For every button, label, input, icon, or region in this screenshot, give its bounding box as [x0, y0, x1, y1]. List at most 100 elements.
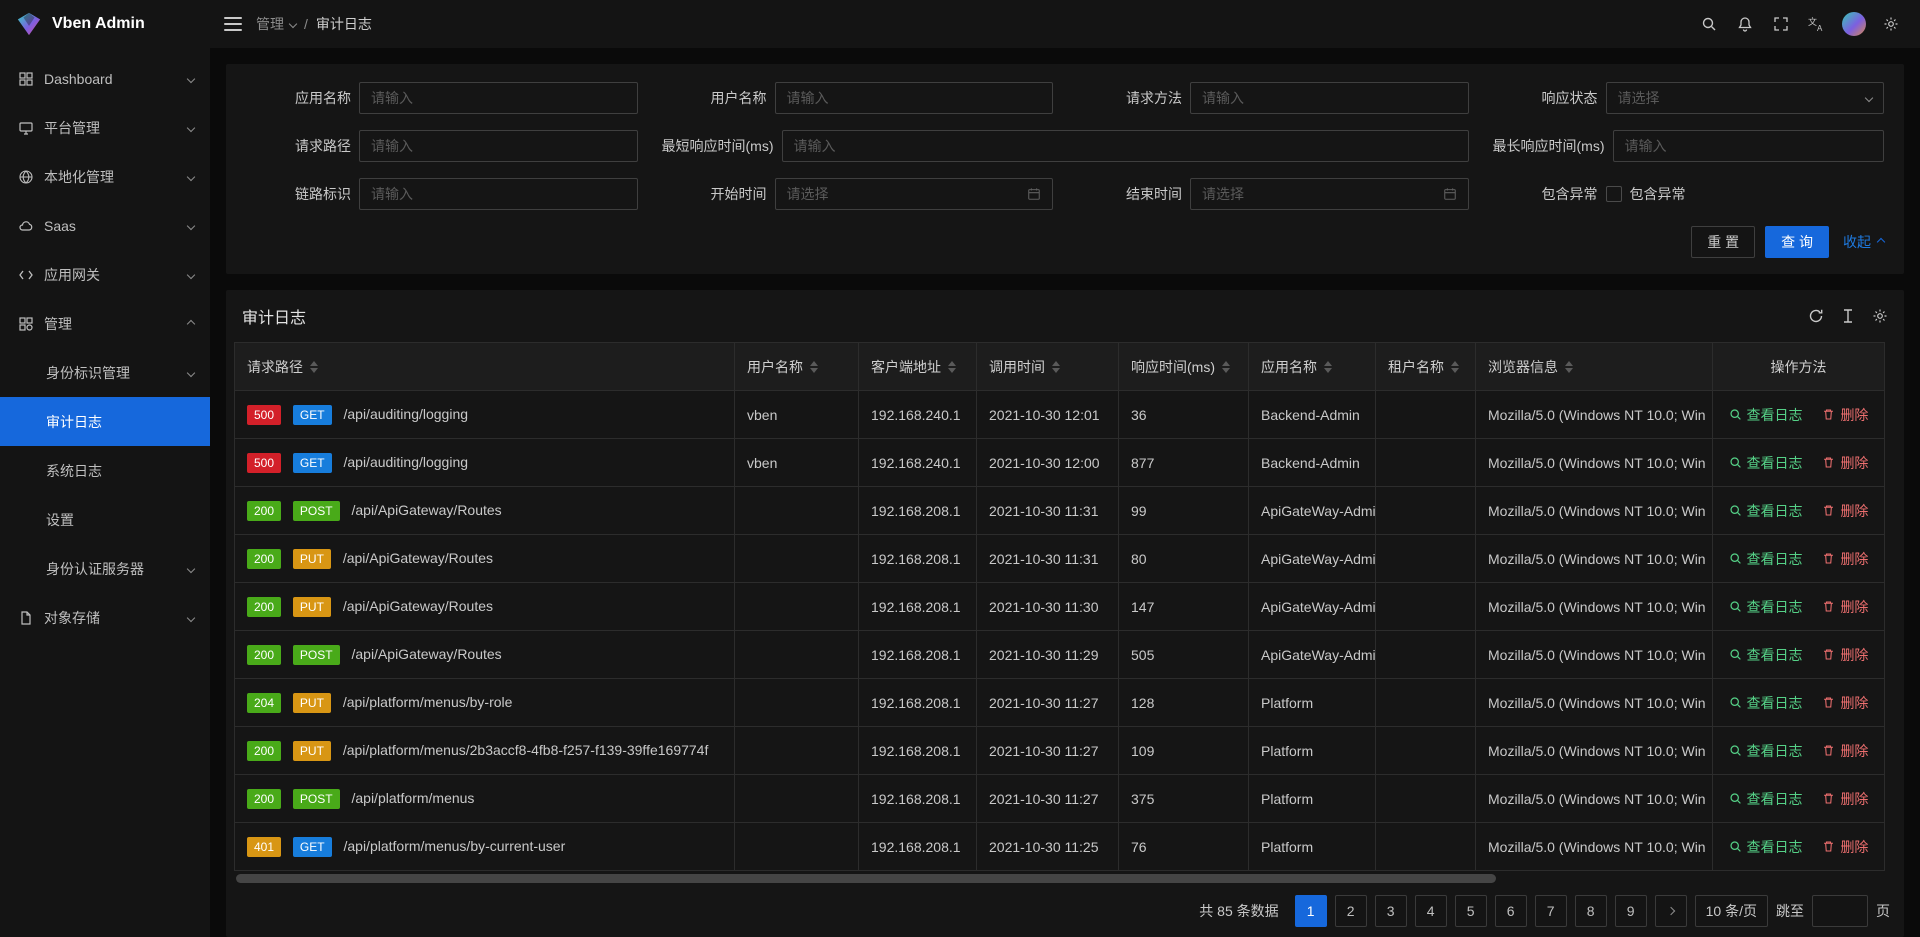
- has-exception-checkbox[interactable]: [1606, 186, 1622, 202]
- page-button[interactable]: 5: [1455, 895, 1487, 927]
- page-button[interactable]: 2: [1335, 895, 1367, 927]
- column-header-response-time[interactable]: 响应时间(ms): [1119, 343, 1249, 391]
- column-header-call-time[interactable]: 调用时间: [977, 343, 1119, 391]
- fullscreen-icon[interactable]: [1766, 8, 1796, 40]
- column-header-tenant-name[interactable]: 租户名称: [1376, 343, 1476, 391]
- menu-collapse-icon[interactable]: [224, 17, 242, 31]
- view-log-button[interactable]: 查看日志: [1729, 597, 1803, 617]
- delete-button[interactable]: 删除: [1822, 741, 1868, 761]
- sidebar-item-audit-log[interactable]: 审计日志: [0, 397, 210, 446]
- cell-tenant-name: [1376, 823, 1476, 871]
- sidebar-item-dashboard[interactable]: Dashboard: [0, 54, 210, 103]
- collapse-filter-button[interactable]: 收起: [1843, 232, 1884, 252]
- sidebar-item-settings[interactable]: 设置: [0, 495, 210, 544]
- end-time-picker[interactable]: 请选择: [1190, 178, 1469, 210]
- page-button[interactable]: 8: [1575, 895, 1607, 927]
- min-response-time-input[interactable]: [794, 131, 1457, 161]
- view-log-button[interactable]: 查看日志: [1729, 501, 1803, 521]
- sort-icon[interactable]: [810, 361, 818, 373]
- search-icon[interactable]: [1694, 8, 1724, 40]
- search-button[interactable]: 查 询: [1765, 226, 1829, 258]
- page-button[interactable]: 6: [1495, 895, 1527, 927]
- request-path-input[interactable]: [371, 131, 626, 161]
- page-button[interactable]: 9: [1615, 895, 1647, 927]
- sort-icon[interactable]: [1451, 361, 1459, 373]
- page-button[interactable]: 7: [1535, 895, 1567, 927]
- scrollbar-thumb[interactable]: [236, 874, 1496, 883]
- page-button[interactable]: 3: [1375, 895, 1407, 927]
- sidebar-item-gateway[interactable]: 应用网关: [0, 250, 210, 299]
- reset-button[interactable]: 重 置: [1691, 226, 1755, 258]
- view-log-button[interactable]: 查看日志: [1729, 549, 1803, 569]
- trace-id-input[interactable]: [371, 179, 626, 209]
- column-header-user-name[interactable]: 用户名称: [735, 343, 859, 391]
- user-avatar[interactable]: [1842, 12, 1866, 36]
- view-log-button[interactable]: 查看日志: [1729, 741, 1803, 761]
- date-placeholder: 请选择: [787, 184, 1020, 204]
- view-log-button[interactable]: 查看日志: [1729, 693, 1803, 713]
- horizontal-scrollbar[interactable]: [236, 874, 1894, 883]
- delete-button[interactable]: 删除: [1822, 501, 1868, 521]
- delete-label: 删除: [1840, 789, 1868, 809]
- app-logo[interactable]: Vben Admin: [0, 0, 210, 48]
- page-button[interactable]: 4: [1415, 895, 1447, 927]
- delete-button[interactable]: 删除: [1822, 789, 1868, 809]
- delete-button[interactable]: 删除: [1822, 549, 1868, 569]
- language-icon[interactable]: 文A: [1802, 8, 1832, 40]
- sort-icon[interactable]: [1052, 361, 1060, 373]
- sidebar-item-platform[interactable]: 平台管理: [0, 103, 210, 152]
- sidebar-item-system-log[interactable]: 系统日志: [0, 446, 210, 495]
- delete-button[interactable]: 删除: [1822, 645, 1868, 665]
- view-log-button[interactable]: 查看日志: [1729, 645, 1803, 665]
- column-settings-icon[interactable]: [1872, 308, 1888, 324]
- view-log-button[interactable]: 查看日志: [1729, 405, 1803, 425]
- settings-gear-icon[interactable]: [1876, 8, 1906, 40]
- view-log-button[interactable]: 查看日志: [1729, 837, 1803, 857]
- app-name-input[interactable]: [371, 83, 626, 113]
- start-time-picker[interactable]: 请选择: [775, 178, 1054, 210]
- max-response-time-input[interactable]: [1625, 131, 1873, 161]
- cell-actions: 查看日志 删除: [1713, 727, 1885, 775]
- column-header-client-address[interactable]: 客户端地址: [859, 343, 977, 391]
- delete-button[interactable]: 删除: [1822, 453, 1868, 473]
- cell-call-time: 2021-10-30 11:31: [977, 535, 1119, 583]
- sidebar-item-label: 系统日志: [46, 461, 194, 481]
- sort-icon[interactable]: [1565, 361, 1573, 373]
- view-log-button[interactable]: 查看日志: [1729, 789, 1803, 809]
- sidebar-item-label: 身份标识管理: [46, 363, 178, 383]
- delete-button[interactable]: 删除: [1822, 405, 1868, 425]
- sort-icon[interactable]: [1222, 361, 1230, 373]
- trash-icon: [1822, 456, 1835, 469]
- sidebar-item-identity-management[interactable]: 身份标识管理: [0, 348, 210, 397]
- delete-button[interactable]: 删除: [1822, 837, 1868, 857]
- chevron-down-icon: [187, 221, 195, 229]
- page-button[interactable]: 1: [1295, 895, 1327, 927]
- sort-icon[interactable]: [948, 361, 956, 373]
- page-size-value: 10 条/页: [1706, 901, 1757, 921]
- column-header-request-path[interactable]: 请求路径: [235, 343, 735, 391]
- delete-button[interactable]: 删除: [1822, 693, 1868, 713]
- page-size-select[interactable]: 10 条/页: [1695, 895, 1768, 927]
- next-page-button[interactable]: [1655, 895, 1687, 927]
- response-status-select[interactable]: 请选择: [1606, 82, 1885, 114]
- column-header-app-name[interactable]: 应用名称: [1249, 343, 1376, 391]
- sidebar-item-identity-server[interactable]: 身份认证服务器: [0, 544, 210, 593]
- column-height-icon[interactable]: [1840, 308, 1856, 324]
- breadcrumb-root[interactable]: 管理: [256, 14, 296, 34]
- sort-icon[interactable]: [1324, 361, 1332, 373]
- sidebar-item-localization[interactable]: 本地化管理: [0, 152, 210, 201]
- sidebar-item-object-storage[interactable]: 对象存储: [0, 593, 210, 642]
- sort-icon[interactable]: [310, 361, 318, 373]
- notification-bell-icon[interactable]: [1730, 8, 1760, 40]
- column-header-browser-info[interactable]: 浏览器信息: [1476, 343, 1713, 391]
- sidebar-item-manage[interactable]: 管理: [0, 299, 210, 348]
- http-method-input[interactable]: [1202, 83, 1457, 113]
- view-log-button[interactable]: 查看日志: [1729, 453, 1803, 473]
- refresh-icon[interactable]: [1808, 308, 1824, 324]
- cell-browser-info: Mozilla/5.0 (Windows NT 10.0; Win: [1476, 535, 1713, 583]
- cell-response-time: 505: [1119, 631, 1249, 679]
- sidebar-item-saas[interactable]: Saas: [0, 201, 210, 250]
- user-name-input[interactable]: [787, 83, 1042, 113]
- delete-button[interactable]: 删除: [1822, 597, 1868, 617]
- jump-page-input[interactable]: [1812, 895, 1868, 927]
